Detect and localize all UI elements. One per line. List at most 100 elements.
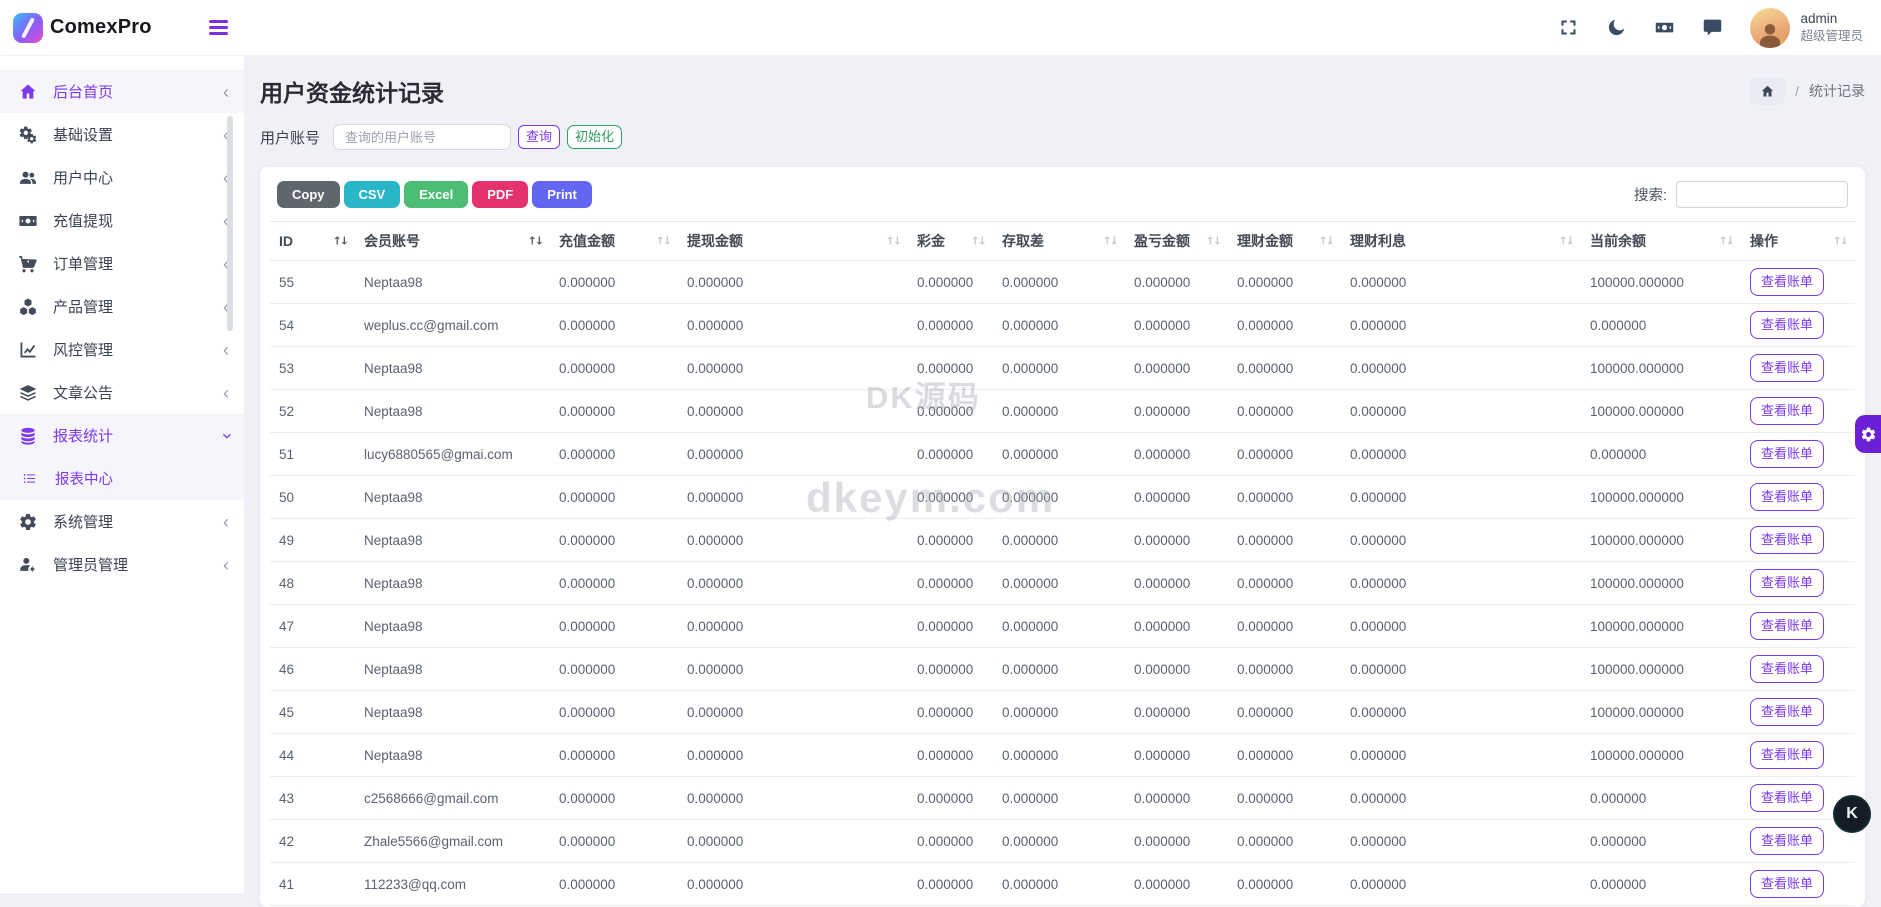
sidebar-item-cubes[interactable]: 产品管理‹ [0, 285, 244, 328]
column-header[interactable]: 充值金额↑↓ [550, 222, 678, 261]
cell-action: 查看账单 [1741, 863, 1855, 906]
column-header[interactable]: 操作↑↓ [1741, 222, 1855, 261]
sort-icon[interactable]: ↑↓ [1319, 235, 1333, 248]
view-bill-button[interactable]: 查看账单 [1750, 440, 1824, 468]
sort-icon[interactable]: ↑↓ [1719, 235, 1733, 248]
column-header[interactable]: 会员账号↑↓ [355, 222, 550, 261]
sort-icon[interactable]: ↑↓ [1103, 235, 1117, 248]
dark-mode-moon-icon[interactable] [1606, 17, 1627, 38]
theme-settings-tab[interactable] [1855, 415, 1881, 453]
sort-icon[interactable]: ↑↓ [971, 235, 985, 248]
view-bill-button[interactable]: 查看账单 [1750, 311, 1824, 339]
cell-amount: 100000.000000 [1581, 390, 1741, 433]
view-bill-button[interactable]: 查看账单 [1750, 268, 1824, 296]
sidebar-item-users[interactable]: 用户中心‹ [0, 156, 244, 199]
sidebar-item-label: 系统管理 [53, 511, 113, 532]
sort-icon[interactable]: ↑↓ [528, 235, 542, 248]
view-bill-button[interactable]: 查看账单 [1750, 569, 1824, 597]
sidebar-item-chart[interactable]: 风控管理‹ [0, 328, 244, 371]
cell-amount: 0.000000 [678, 648, 908, 691]
column-header[interactable]: 理财金额↑↓ [1228, 222, 1341, 261]
cell-amount: 100000.000000 [1581, 347, 1741, 390]
sort-icon[interactable]: ↑↓ [1833, 235, 1847, 248]
sort-icon[interactable]: ↑↓ [886, 235, 900, 248]
cell-account: Neptaa98 [355, 648, 550, 691]
sidebar-item-layers[interactable]: 文章公告‹ [0, 371, 244, 414]
cell-amount: 0.000000 [1341, 519, 1581, 562]
cell-amount: 100000.000000 [1581, 562, 1741, 605]
query-button[interactable]: 查询 [518, 125, 560, 150]
copy-export-button[interactable]: Copy [277, 181, 340, 208]
cell-id: 46 [270, 648, 355, 691]
wallet-icon[interactable] [1654, 17, 1675, 38]
cell-amount: 0.000000 [550, 734, 678, 777]
pdf-export-button[interactable]: PDF [472, 181, 528, 208]
sidebar-toggle-button[interactable] [207, 16, 230, 39]
view-bill-button[interactable]: 查看账单 [1750, 698, 1824, 726]
sidebar-item-admin-users[interactable]: 管理员管理‹ [0, 543, 244, 586]
cell-id: 43 [270, 777, 355, 820]
breadcrumb-home-icon[interactable] [1750, 78, 1785, 105]
table-search: 搜索: [1634, 181, 1848, 208]
sort-icon[interactable]: ↑↓ [656, 235, 670, 248]
layers-icon [17, 382, 38, 403]
sidebar-item-coins[interactable]: 报表统计‹ [0, 414, 244, 457]
table-search-input[interactable] [1676, 181, 1848, 208]
view-bill-button[interactable]: 查看账单 [1750, 741, 1824, 769]
view-bill-button[interactable]: 查看账单 [1750, 784, 1824, 812]
cell-amount: 0.000000 [550, 562, 678, 605]
cell-account: Neptaa98 [355, 519, 550, 562]
chevron-left-icon: ‹ [223, 556, 229, 574]
sidebar-item-cart[interactable]: 订单管理‹ [0, 242, 244, 285]
cell-id: 44 [270, 734, 355, 777]
view-bill-button[interactable]: 查看账单 [1750, 870, 1824, 898]
sidebar-item-gears[interactable]: 基础设置‹ [0, 113, 244, 156]
cell-amount: 0.000000 [1341, 347, 1581, 390]
view-bill-button[interactable]: 查看账单 [1750, 483, 1824, 511]
sort-icon[interactable]: ↑↓ [333, 235, 347, 248]
main-content: 用户资金统计记录 / 统计记录 用户账号 查询 初始化 CopyCSVExcel… [244, 56, 1881, 893]
sidebar-item-list[interactable]: 报表中心 [0, 457, 244, 500]
view-bill-button[interactable]: 查看账单 [1750, 526, 1824, 554]
view-bill-button[interactable]: 查看账单 [1750, 655, 1824, 683]
column-header[interactable]: ID↑↓ [270, 222, 355, 261]
table-row: 43c2568666@gmail.com0.0000000.0000000.00… [270, 777, 1855, 820]
column-header[interactable]: 当前余额↑↓ [1581, 222, 1741, 261]
user-menu[interactable]: admin 超级管理员 [1750, 8, 1863, 48]
column-header[interactable]: 盈亏金额↑↓ [1125, 222, 1228, 261]
view-bill-button[interactable]: 查看账单 [1750, 827, 1824, 855]
cell-action: 查看账单 [1741, 734, 1855, 777]
sidebar-scrollbar[interactable] [236, 112, 242, 893]
column-header[interactable]: 理财利息↑↓ [1341, 222, 1581, 261]
cell-amount: 0.000000 [1341, 433, 1581, 476]
cell-amount: 0.000000 [1228, 863, 1341, 906]
sort-icon[interactable]: ↑↓ [1206, 235, 1220, 248]
fullscreen-icon[interactable] [1558, 17, 1579, 38]
support-fab[interactable]: K [1833, 795, 1871, 833]
cell-amount: 0.000000 [550, 519, 678, 562]
sidebar-item-gear[interactable]: 系统管理‹ [0, 500, 244, 543]
view-bill-button[interactable]: 查看账单 [1750, 354, 1824, 382]
sidebar-item-banknote[interactable]: 充值提现‹ [0, 199, 244, 242]
view-bill-button[interactable]: 查看账单 [1750, 397, 1824, 425]
account-search-input[interactable] [333, 124, 511, 150]
cell-amount: 0.000000 [908, 261, 993, 304]
sidebar-item-home[interactable]: 后台首页‹ [0, 70, 244, 113]
column-header[interactable]: 提现金额↑↓ [678, 222, 908, 261]
sort-icon[interactable]: ↑↓ [1559, 235, 1573, 248]
messages-icon[interactable] [1702, 17, 1723, 38]
cell-account: Neptaa98 [355, 261, 550, 304]
cell-action: 查看账单 [1741, 304, 1855, 347]
column-header[interactable]: 彩金↑↓ [908, 222, 993, 261]
cell-amount: 0.000000 [1341, 562, 1581, 605]
view-bill-button[interactable]: 查看账单 [1750, 612, 1824, 640]
cell-amount: 100000.000000 [1581, 605, 1741, 648]
excel-export-button[interactable]: Excel [404, 181, 468, 208]
csv-export-button[interactable]: CSV [344, 181, 401, 208]
print-export-button[interactable]: Print [532, 181, 592, 208]
column-header[interactable]: 存取差↑↓ [993, 222, 1125, 261]
reset-button[interactable]: 初始化 [567, 125, 622, 150]
cell-amount: 0.000000 [1125, 347, 1228, 390]
cell-amount: 0.000000 [1125, 519, 1228, 562]
cell-action: 查看账单 [1741, 648, 1855, 691]
